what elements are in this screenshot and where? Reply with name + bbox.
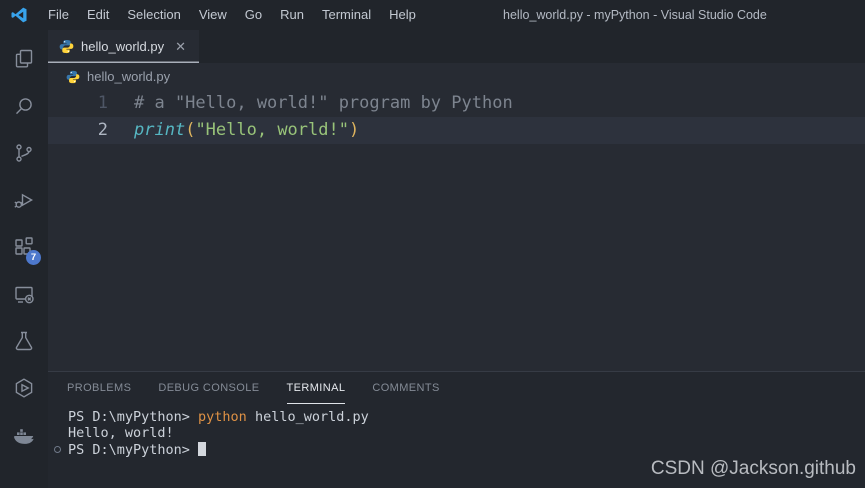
extensions-badge: 7: [26, 250, 41, 265]
tab-debug-console[interactable]: DEBUG CONSOLE: [158, 372, 259, 404]
activity-bar: 7: [0, 30, 48, 488]
terminal-args: hello_world.py: [246, 409, 369, 425]
testing-beaker-icon[interactable]: [0, 317, 48, 364]
code-line-2[interactable]: 2 print("Hello, world!"): [48, 117, 865, 144]
python-file-icon: [59, 39, 74, 54]
terminal-line: PS D:\myPython>: [54, 441, 865, 458]
tab-terminal[interactable]: TERMINAL: [287, 372, 346, 404]
menu-go[interactable]: Go: [236, 0, 271, 30]
vscode-logo-icon: [11, 7, 27, 23]
run-and-debug-icon[interactable]: [0, 176, 48, 223]
comment-token: # a "Hello, world!" program by Python: [134, 93, 513, 113]
menu-file[interactable]: File: [39, 0, 78, 30]
menu-run[interactable]: Run: [271, 0, 313, 30]
terminal-prompt: PS D:\myPython>: [68, 409, 199, 425]
tab-comments[interactable]: COMMENTS: [372, 372, 439, 404]
watermark: CSDN @Jackson.github: [650, 458, 856, 479]
breadcrumb-file: hello_world.py: [87, 69, 171, 84]
terminal-command: python: [198, 409, 247, 425]
extensions-icon[interactable]: 7: [0, 223, 48, 270]
code-line-1[interactable]: 1 # a "Hello, world!" program by Python: [48, 90, 865, 117]
vscode-window: File Edit Selection View Go Run Terminal…: [0, 0, 865, 488]
explorer-icon[interactable]: [0, 35, 48, 82]
panel-tab-bar: PROBLEMS DEBUG CONSOLE TERMINAL COMMENTS: [48, 372, 865, 404]
editor-tab-bar: hello_world.py ✕: [48, 30, 865, 63]
menu-help[interactable]: Help: [380, 0, 425, 30]
tab-problems[interactable]: PROBLEMS: [67, 372, 131, 404]
command-decoration-icon: [54, 445, 61, 453]
terminal-prompt: PS D:\myPython>: [68, 441, 199, 458]
menu-terminal[interactable]: Terminal: [313, 0, 380, 30]
window-title: hello_world.py - myPython - Visual Studi…: [503, 8, 767, 22]
paren-open-token: (: [185, 120, 196, 140]
title-bar: File Edit Selection View Go Run Terminal…: [0, 0, 865, 30]
menu-edit[interactable]: Edit: [78, 0, 118, 30]
terminal-line: PS D:\myPython> python hello_world.py: [68, 409, 865, 425]
editor-group: hello_world.py ✕ hello_world.py 1 # a "He…: [48, 30, 865, 488]
hexagon-play-icon[interactable]: [0, 364, 48, 411]
terminal-result: Hello, world!: [68, 425, 174, 442]
terminal-line: Hello, world!: [68, 425, 865, 441]
python-file-icon: [66, 70, 80, 83]
function-token: print: [134, 120, 186, 140]
menu-selection[interactable]: Selection: [118, 0, 189, 30]
string-token: "Hello, world!": [195, 120, 349, 140]
search-icon[interactable]: [0, 82, 48, 129]
paren-close-token: ): [348, 120, 360, 140]
source-control-icon[interactable]: [0, 129, 48, 176]
line-number: 1: [97, 93, 108, 113]
remote-explorer-icon[interactable]: [0, 270, 48, 317]
tab-close-icon[interactable]: ✕: [173, 39, 188, 54]
code-editor[interactable]: 1 # a "Hello, world!" program by Python 2…: [48, 90, 865, 371]
menu-view[interactable]: View: [190, 0, 236, 30]
tab-label: hello_world.py: [81, 39, 165, 54]
docker-icon[interactable]: [0, 411, 48, 458]
line-number: 2: [97, 120, 108, 140]
breadcrumb[interactable]: hello_world.py: [48, 63, 865, 90]
terminal-cursor: [198, 441, 207, 456]
tab-hello-world-py[interactable]: hello_world.py ✕: [48, 30, 200, 63]
